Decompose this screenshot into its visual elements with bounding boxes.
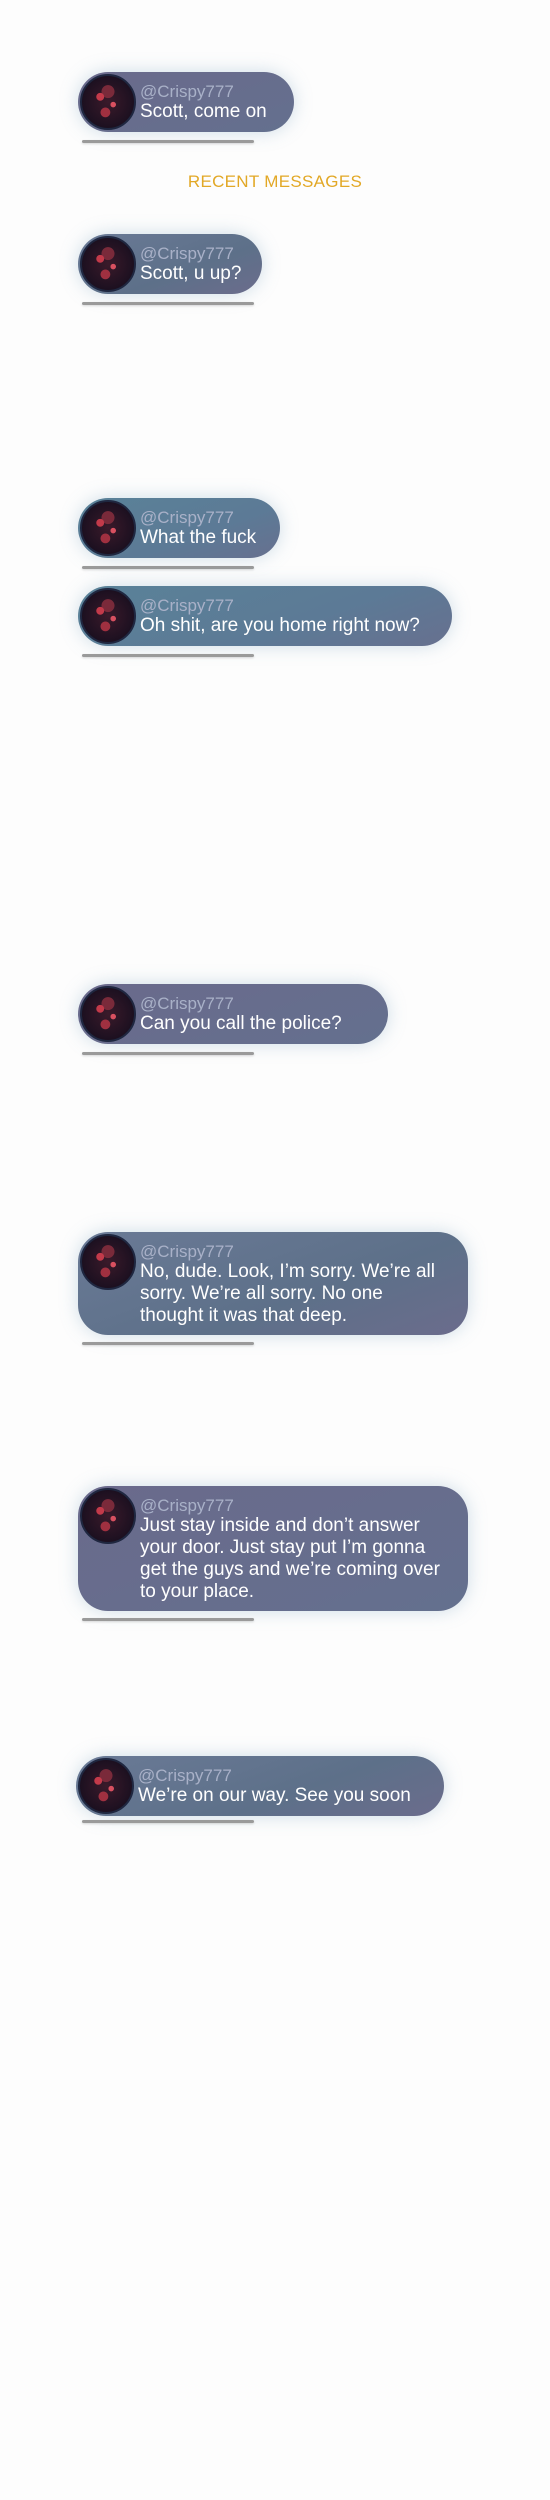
avatar bbox=[80, 500, 136, 556]
message-item[interactable]: @Crispy777 What the fuck bbox=[78, 498, 280, 569]
message-divider bbox=[82, 302, 254, 305]
message-divider bbox=[82, 566, 254, 569]
message-divider bbox=[82, 654, 254, 657]
message-item[interactable]: @Crispy777 Scott, u up? bbox=[78, 234, 262, 305]
avatar bbox=[80, 588, 136, 644]
message-divider bbox=[82, 140, 254, 143]
message-item[interactable]: @Crispy777 Scott, come on bbox=[78, 72, 294, 143]
message-bubble[interactable]: @Crispy777 Just stay inside and don’t an… bbox=[78, 1486, 468, 1611]
message-item[interactable]: @Crispy777 Oh shit, are you home right n… bbox=[78, 586, 452, 657]
avatar bbox=[80, 74, 136, 130]
message-handle: @Crispy777 bbox=[140, 244, 234, 263]
message-text: No, dude. Look, I’m sorry. We’re all sor… bbox=[140, 1261, 435, 1326]
avatar bbox=[78, 1758, 134, 1814]
message-item[interactable]: @Crispy777 No, dude. Look, I’m sorry. We… bbox=[78, 1232, 468, 1345]
message-item[interactable]: @Crispy777 Can you call the police? bbox=[78, 984, 388, 1055]
message-text: What the fuck bbox=[140, 527, 257, 548]
section-title: RECENT MESSAGES bbox=[187, 172, 363, 191]
message-bubble[interactable]: @Crispy777 What the fuck bbox=[78, 498, 280, 558]
message-item[interactable]: @Crispy777 Just stay inside and don’t an… bbox=[78, 1486, 468, 1621]
message-divider bbox=[82, 1342, 254, 1345]
message-text: Just stay inside and don’t answer your d… bbox=[140, 1515, 440, 1602]
message-bubble[interactable]: @Crispy777 No, dude. Look, I’m sorry. We… bbox=[78, 1232, 468, 1335]
message-handle: @Crispy777 bbox=[138, 1766, 232, 1785]
message-handle: @Crispy777 bbox=[140, 82, 234, 101]
message-handle: @Crispy777 bbox=[140, 508, 234, 527]
message-text: We’re on our way. See you soon bbox=[138, 1785, 411, 1806]
message-handle: @Crispy777 bbox=[140, 596, 234, 615]
avatar bbox=[80, 1488, 136, 1544]
message-bubble[interactable]: @Crispy777 Can you call the police? bbox=[78, 984, 388, 1044]
message-divider bbox=[82, 1820, 254, 1823]
avatar bbox=[80, 986, 136, 1042]
message-divider bbox=[82, 1052, 254, 1055]
message-bubble[interactable]: @Crispy777 We’re on our way. See you soo… bbox=[76, 1756, 444, 1816]
message-divider bbox=[82, 1618, 254, 1621]
avatar bbox=[80, 1234, 136, 1290]
message-item[interactable]: @Crispy777 We’re on our way. See you soo… bbox=[76, 1756, 444, 1823]
message-text: Can you call the police? bbox=[140, 1013, 342, 1034]
message-handle: @Crispy777 bbox=[140, 994, 234, 1013]
message-bubble[interactable]: @Crispy777 Scott, u up? bbox=[78, 234, 262, 294]
message-bubble[interactable]: @Crispy777 Scott, come on bbox=[78, 72, 294, 132]
message-handle: @Crispy777 bbox=[140, 1242, 234, 1261]
message-text: Scott, come on bbox=[140, 101, 267, 122]
message-text: Scott, u up? bbox=[140, 263, 242, 284]
avatar bbox=[80, 236, 136, 292]
message-text: Oh shit, are you home right now? bbox=[140, 615, 420, 636]
message-handle: @Crispy777 bbox=[140, 1496, 234, 1515]
message-bubble[interactable]: @Crispy777 Oh shit, are you home right n… bbox=[78, 586, 452, 646]
